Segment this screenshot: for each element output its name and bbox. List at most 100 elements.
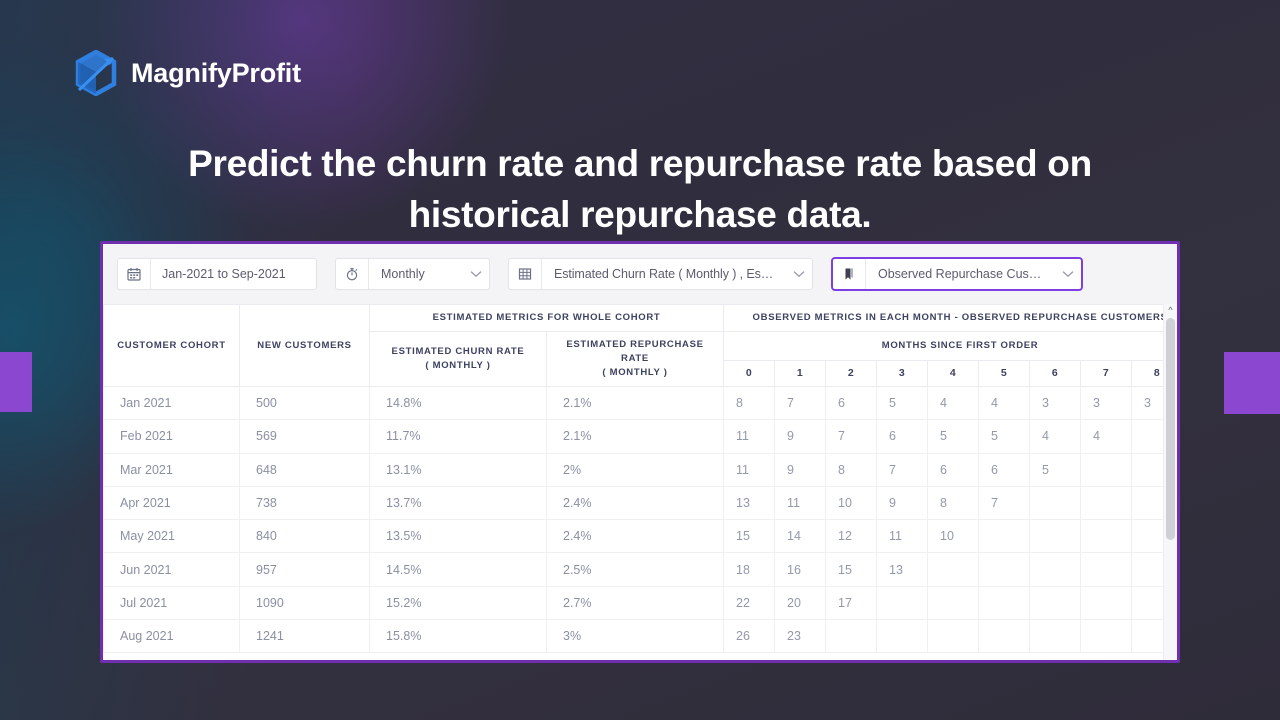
observed-metric-control[interactable]: Observed Repurchase Customers xyxy=(831,257,1083,291)
table-row[interactable]: Jan 2021 500 14.8% 2.1% 8 7 6 5 4 4 3 3 3 xyxy=(103,385,1177,421)
cell-month-4: 6 xyxy=(927,452,979,487)
header-customer-cohort: CUSTOMER COHORT xyxy=(103,304,240,387)
cell-month-5 xyxy=(978,519,1030,554)
cell-month-7: 3 xyxy=(1080,385,1132,421)
cohort-table: CUSTOMER COHORT NEW CUSTOMERS ESTIMATED … xyxy=(103,304,1177,654)
cell-repurchase-rate: 2.4% xyxy=(546,485,724,521)
cell-new-customers: 648 xyxy=(239,452,370,487)
cell-repurchase-rate: 3% xyxy=(546,619,724,654)
cell-month-0: 26 xyxy=(723,619,775,654)
header-month-5: 5 xyxy=(978,359,1030,388)
cell-month-3: 9 xyxy=(876,485,928,521)
header-month-3: 3 xyxy=(876,359,928,388)
cell-repurchase-rate: 2.4% xyxy=(546,519,724,554)
cell-month-1: 16 xyxy=(774,552,826,587)
granularity-value: Monthly xyxy=(381,267,425,281)
brand-logo[interactable]: MagnifyProfit xyxy=(75,49,301,97)
observed-metric-value: Observed Repurchase Customers xyxy=(878,267,1055,281)
cell-month-3: 5 xyxy=(876,385,928,421)
cell-churn-rate: 13.1% xyxy=(369,452,547,487)
cell-month-2: 8 xyxy=(825,452,877,487)
table-row[interactable]: Jul 2021 1090 15.2% 2.7% 22 20 17 xyxy=(103,585,1177,621)
cell-month-3: 6 xyxy=(876,419,928,454)
cell-cohort: Jun 2021 xyxy=(103,552,240,587)
cell-month-6 xyxy=(1029,519,1081,554)
cell-new-customers: 1090 xyxy=(239,585,370,621)
table-row[interactable]: Aug 2021 1241 15.8% 3% 26 23 xyxy=(103,619,1177,654)
chevron-down-icon[interactable] xyxy=(463,270,489,278)
cell-month-6 xyxy=(1029,619,1081,654)
calendar-icon xyxy=(118,259,151,289)
table-vertical-scrollbar[interactable]: ^ xyxy=(1163,304,1177,660)
bookmark-icon xyxy=(833,259,866,289)
cell-churn-rate: 13.5% xyxy=(369,519,547,554)
cell-churn-rate: 15.2% xyxy=(369,585,547,621)
header-row-groups: CUSTOMER COHORT NEW CUSTOMERS ESTIMATED … xyxy=(103,304,1177,387)
cell-month-2: 10 xyxy=(825,485,877,521)
cell-month-5 xyxy=(978,619,1030,654)
cell-month-4: 8 xyxy=(927,485,979,521)
cell-month-5: 5 xyxy=(978,419,1030,454)
header-estimated-repurchase-line1: ESTIMATED REPURCHASE RATE xyxy=(566,339,704,364)
chevron-down-icon[interactable] xyxy=(786,270,812,278)
header-month-1: 1 xyxy=(774,359,826,388)
header-estimated-churn: ESTIMATED CHURN RATE ( MONTHLY ) xyxy=(369,331,547,387)
cell-month-0: 11 xyxy=(723,419,775,454)
cell-month-2: 15 xyxy=(825,552,877,587)
scrollbar-thumb[interactable] xyxy=(1166,318,1175,540)
date-range-value: Jan-2021 to Sep-2021 xyxy=(162,267,286,281)
cell-month-0: 11 xyxy=(723,452,775,487)
cell-new-customers: 500 xyxy=(239,385,370,421)
table-row[interactable]: Jun 2021 957 14.5% 2.5% 18 16 15 13 xyxy=(103,552,1177,587)
table-row[interactable]: May 2021 840 13.5% 2.4% 15 14 12 11 10 xyxy=(103,519,1177,554)
cell-new-customers: 840 xyxy=(239,519,370,554)
cell-new-customers: 738 xyxy=(239,485,370,521)
header-month-7: 7 xyxy=(1080,359,1132,388)
cell-month-4: 5 xyxy=(927,419,979,454)
cell-month-4 xyxy=(927,585,979,621)
header-observed-group: OBSERVED METRICS IN EACH MONTH - OBSERVE… xyxy=(722,304,1177,332)
cell-month-2: 6 xyxy=(825,385,877,421)
granularity-control[interactable]: Monthly xyxy=(335,258,490,290)
cell-new-customers: 1241 xyxy=(239,619,370,654)
brand-name: MagnifyProfit xyxy=(131,57,301,88)
cell-month-1: 9 xyxy=(774,419,826,454)
toolbar: Jan-2021 to Sep-2021 Monthly Estimated C… xyxy=(103,244,1177,304)
cell-cohort: May 2021 xyxy=(103,519,240,554)
cell-cohort: Feb 2021 xyxy=(103,419,240,454)
cell-month-1: 9 xyxy=(774,452,826,487)
chevron-up-icon[interactable]: ^ xyxy=(1164,305,1177,315)
cell-cohort: Mar 2021 xyxy=(103,452,240,487)
table-row[interactable]: Feb 2021 569 11.7% 2.1% 11 9 7 6 5 5 4 4 xyxy=(103,419,1177,454)
cell-cohort: Aug 2021 xyxy=(103,619,240,654)
metrics-select-control[interactable]: Estimated Churn Rate ( Monthly ) , Estim… xyxy=(508,258,813,290)
cell-cohort: Jul 2021 xyxy=(103,585,240,621)
cell-churn-rate: 14.8% xyxy=(369,385,547,421)
date-range-control[interactable]: Jan-2021 to Sep-2021 xyxy=(117,258,317,290)
table-row[interactable]: Apr 2021 738 13.7% 2.4% 13 11 10 9 8 7 xyxy=(103,485,1177,521)
cell-month-3: 11 xyxy=(876,519,928,554)
cell-month-7 xyxy=(1080,519,1132,554)
chevron-down-icon[interactable] xyxy=(1055,270,1081,278)
cell-churn-rate: 14.5% xyxy=(369,552,547,587)
cell-month-5 xyxy=(978,585,1030,621)
table-row[interactable]: Mar 2021 648 13.1% 2% 11 9 8 7 6 6 5 xyxy=(103,452,1177,487)
header-estimated-repurchase: ESTIMATED REPURCHASE RATE ( MONTHLY ) xyxy=(546,331,724,387)
cohort-table-container: CUSTOMER COHORT NEW CUSTOMERS ESTIMATED … xyxy=(103,304,1177,660)
cell-month-6 xyxy=(1029,485,1081,521)
cell-month-4 xyxy=(927,619,979,654)
cell-new-customers: 957 xyxy=(239,552,370,587)
cell-repurchase-rate: 2.1% xyxy=(546,419,724,454)
cell-repurchase-rate: 2.1% xyxy=(546,385,724,421)
table-body: Jan 2021 500 14.8% 2.1% 8 7 6 5 4 4 3 3 3 Feb 2021 569… xyxy=(103,385,1177,654)
decorative-block-left xyxy=(0,352,32,412)
header-estimated-repurchase-line2: ( MONTHLY ) xyxy=(602,367,668,378)
cell-month-5: 7 xyxy=(978,485,1030,521)
cell-month-7 xyxy=(1080,552,1132,587)
cell-month-0: 8 xyxy=(723,385,775,421)
page-headline: Predict the churn rate and repurchase ra… xyxy=(188,143,1092,235)
cell-repurchase-rate: 2% xyxy=(546,452,724,487)
header-month-2: 2 xyxy=(825,359,877,388)
cell-month-3: 13 xyxy=(876,552,928,587)
cell-month-7: 4 xyxy=(1080,419,1132,454)
